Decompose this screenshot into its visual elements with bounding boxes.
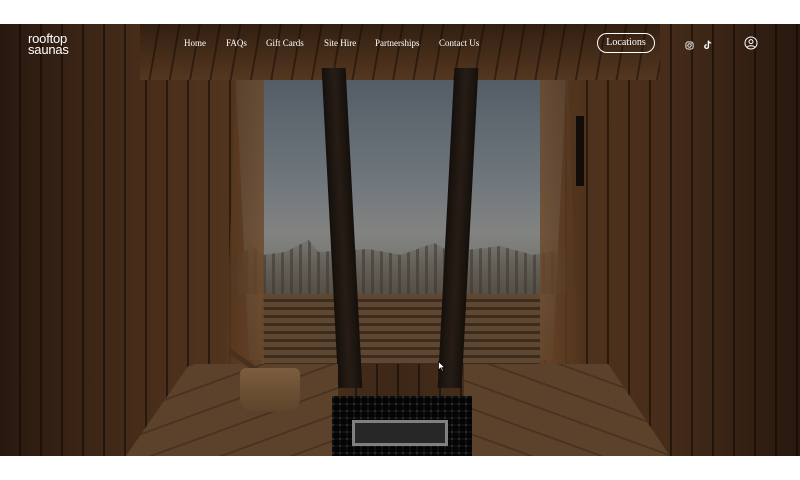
instagram-icon[interactable] — [685, 37, 694, 50]
top-navigation: rooftop saunas Home FAQs Gift Cards Site… — [0, 24, 800, 64]
tiktok-icon[interactable] — [703, 37, 713, 50]
main-menu: Home FAQs Gift Cards Site Hire Partnersh… — [184, 38, 499, 48]
nav-site-hire-link[interactable]: Site Hire — [324, 38, 375, 48]
nav-gift-cards-link[interactable]: Gift Cards — [266, 38, 324, 48]
mouse-cursor-icon — [438, 359, 446, 372]
account-icon[interactable] — [744, 36, 758, 50]
brand-logo[interactable]: rooftop saunas — [28, 32, 88, 57]
nav-contact-us-link[interactable]: Contact Us — [439, 38, 499, 48]
nav-home-link[interactable]: Home — [184, 38, 226, 48]
brand-logo-line2: saunas — [28, 42, 69, 57]
hero-image — [0, 24, 800, 456]
locations-button[interactable]: Locations — [597, 33, 655, 53]
nav-partnerships-link[interactable]: Partnerships — [375, 38, 439, 48]
hero-dim-overlay — [0, 24, 800, 456]
nav-faqs-link[interactable]: FAQs — [226, 38, 266, 48]
